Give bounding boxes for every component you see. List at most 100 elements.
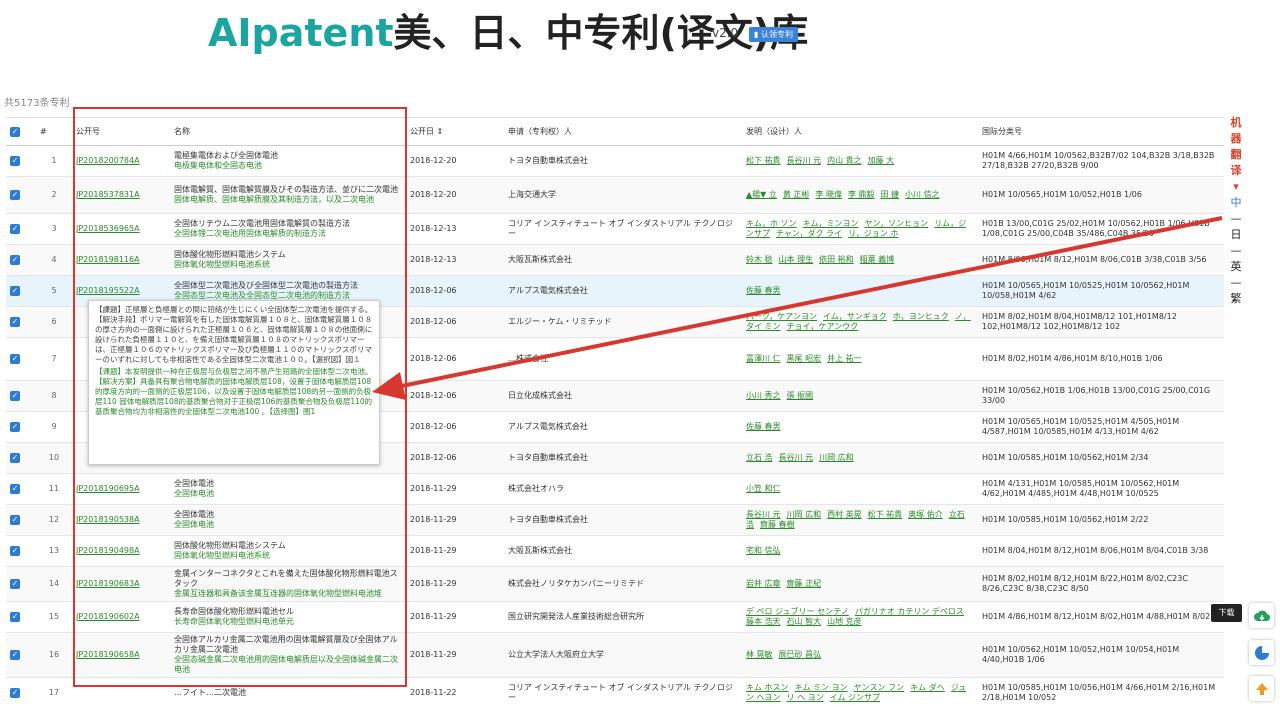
row-checkbox[interactable]: ✓ [10, 546, 20, 556]
inventor-link[interactable]: 小川 信之 [905, 190, 940, 199]
pub-number-link[interactable]: JP2018190602A [76, 612, 140, 621]
row-checkbox-cell[interactable]: ✓ [6, 633, 36, 678]
lang-option-zh[interactable]: 中 [1226, 195, 1246, 211]
inventor-link[interactable]: 張 振國 [787, 391, 814, 400]
row-checkbox[interactable]: ✓ [10, 354, 20, 364]
inventor-link[interactable]: 冨澤川 仁 [746, 354, 781, 363]
download-button[interactable] [1249, 603, 1274, 628]
inventor-link[interactable]: パーク，ケアンヨン [746, 312, 817, 321]
inventor-link[interactable]: ヤン，ソンヒョン [865, 219, 929, 228]
lang-option-ja[interactable]: 日 [1226, 227, 1246, 243]
inventor-link[interactable]: 佐藤 春男 [746, 422, 781, 431]
row-checkbox-cell[interactable]: ✓ [6, 338, 36, 381]
table-row[interactable]: ✓13JP2018190498A固体酸化物形燃料電池システム固体氧化物型燃料电池… [6, 536, 1224, 567]
inventor-link[interactable]: 稲葉 義博 [860, 255, 895, 264]
inventor-link[interactable]: キム，ホ ソン [746, 219, 797, 228]
inventor-link[interactable]: 内山 貴之 [827, 156, 862, 165]
pub-number-link[interactable]: JP2018536965A [76, 224, 140, 233]
pub-number-link[interactable]: JP2018190695A [76, 484, 140, 493]
table-row[interactable]: ✓12JP2018190538A全固体電池全固体电池2018-11-29トヨタ自… [6, 505, 1224, 536]
row-checkbox[interactable]: ✓ [10, 286, 20, 296]
row-checkbox[interactable]: ✓ [10, 650, 20, 660]
inventor-link[interactable]: キム ホスン [746, 683, 789, 692]
inventor-link[interactable]: ▲楊▼ 立 [746, 190, 777, 199]
table-row[interactable]: ✓4JP2018198116A固体酸化物形燃料電池システム固体氧化物型燃料电池系… [6, 245, 1224, 276]
inventor-link[interactable]: 李 晓偉 [815, 190, 842, 199]
inventor-link[interactable]: キム，ミンヨン [803, 219, 859, 228]
inventor-link[interactable]: 林 晃敏 [746, 650, 773, 659]
inventor-link[interactable]: 宅和 信弘 [746, 546, 781, 555]
row-checkbox[interactable]: ✓ [10, 484, 20, 494]
select-all-cell[interactable]: ✓ [6, 118, 36, 146]
lang-option-zh-tw[interactable]: 繁 [1226, 291, 1246, 307]
select-all-checkbox[interactable]: ✓ [10, 127, 20, 137]
row-checkbox-cell[interactable]: ✓ [6, 177, 36, 214]
claim-patent-button[interactable]: ▮ 认领专利 [749, 27, 798, 42]
inventor-link[interactable]: 辰巳砂 昌弘 [779, 650, 822, 659]
pub-number-link[interactable]: JP2018200784A [76, 156, 140, 165]
row-checkbox-cell[interactable]: ✓ [6, 146, 36, 177]
inventor-link[interactable]: 藤本 浩天 [746, 617, 781, 626]
pub-number-link[interactable]: JP2018195522A [76, 286, 140, 295]
inventor-link[interactable]: イム ジンサプ [830, 693, 880, 702]
row-checkbox[interactable]: ✓ [10, 612, 20, 622]
inventor-link[interactable]: 立石 浩 [746, 453, 773, 462]
row-checkbox[interactable]: ✓ [10, 317, 20, 327]
table-row[interactable]: ✓11JP2018190695A全固体電池全固体电池2018-11-29株式会社… [6, 474, 1224, 505]
table-row[interactable]: ✓15JP2018190602A長寿命固体酸化物形燃料電池セル长寿命固体氧化物型… [6, 602, 1224, 633]
inventor-link[interactable]: 山地 克彦 [827, 617, 862, 626]
inventor-link[interactable]: 田 捷 [881, 190, 900, 199]
row-checkbox[interactable]: ✓ [10, 190, 20, 200]
row-checkbox-cell[interactable]: ✓ [6, 505, 36, 536]
row-checkbox-cell[interactable]: ✓ [6, 307, 36, 338]
inventor-link[interactable]: キム ダヘ [910, 683, 945, 692]
statistics-button[interactable] [1249, 640, 1274, 665]
row-checkbox[interactable]: ✓ [10, 422, 20, 432]
row-checkbox[interactable]: ✓ [10, 224, 20, 234]
row-checkbox-cell[interactable]: ✓ [6, 214, 36, 245]
inventor-link[interactable]: 黒尾 昭宏 [787, 354, 822, 363]
row-checkbox-cell[interactable]: ✓ [6, 567, 36, 602]
row-checkbox-cell[interactable]: ✓ [6, 412, 36, 443]
row-checkbox[interactable]: ✓ [10, 255, 20, 265]
row-checkbox-cell[interactable]: ✓ [6, 276, 36, 307]
sort-icon[interactable]: ⇕ [437, 127, 444, 136]
row-checkbox-cell[interactable]: ✓ [6, 678, 36, 708]
row-checkbox-cell[interactable]: ✓ [6, 443, 36, 474]
table-row[interactable]: ✓14JP2018190683A金属インターコネクタとこれを備えた固体酸化物形燃… [6, 567, 1224, 602]
pub-number-link[interactable]: JP2018190498A [76, 546, 140, 555]
row-checkbox[interactable]: ✓ [10, 453, 20, 463]
row-checkbox-cell[interactable]: ✓ [6, 245, 36, 276]
row-checkbox[interactable]: ✓ [10, 515, 20, 525]
inventor-link[interactable]: 齋藤 春樹 [760, 520, 795, 529]
inventor-link[interactable]: 岩井 広章 [746, 579, 781, 588]
inventor-link[interactable]: 井上 祐一 [827, 354, 862, 363]
row-checkbox-cell[interactable]: ✓ [6, 474, 36, 505]
inventor-link[interactable]: 加藤 大 [868, 156, 895, 165]
col-pub-date[interactable]: 公开日 ⇕ [406, 118, 504, 146]
table-row[interactable]: ✓17…フイト…二次電池2018-11-22コリア インスティチュート オブ イ… [6, 678, 1224, 708]
inventor-link[interactable]: 川岡 広和 [787, 510, 822, 519]
inventor-link[interactable]: 小笠 和仁 [746, 484, 781, 493]
pub-number-link[interactable]: JP2018190683A [76, 579, 140, 588]
table-row[interactable]: ✓2JP2018537831A固体電解質、固体電解質膜及びその製造方法、並びに二… [6, 177, 1224, 214]
row-checkbox-cell[interactable]: ✓ [6, 602, 36, 633]
inventor-link[interactable]: リ，ジョン ホ [848, 229, 898, 238]
inventor-link[interactable]: 松下 祐貴 [746, 156, 781, 165]
inventor-link[interactable]: 依田 裕和 [819, 255, 854, 264]
row-checkbox-cell[interactable]: ✓ [6, 381, 36, 412]
pub-number-link[interactable]: JP2018190658A [76, 650, 140, 659]
inventor-link[interactable]: 長谷川 元 [746, 510, 781, 519]
inventor-link[interactable]: デ ペロ ジュブリー センテノ [746, 607, 849, 616]
inventor-link[interactable]: チョイ，ケアンウク [787, 322, 859, 331]
pub-number-link[interactable]: JP2018537831A [76, 190, 140, 199]
row-checkbox[interactable]: ✓ [10, 156, 20, 166]
row-checkbox[interactable]: ✓ [10, 579, 20, 589]
inventor-link[interactable]: 山本 理生 [779, 255, 814, 264]
pub-number-link[interactable]: JP2018198116A [76, 255, 140, 264]
row-checkbox[interactable]: ✓ [10, 688, 20, 698]
table-row[interactable]: ✓1JP2018200784A電極集電体および全固体電池电极集电体和全固态电池2… [6, 146, 1224, 177]
inventor-link[interactable]: 黄 正彬 [783, 190, 810, 199]
inventor-link[interactable]: 長谷川 元 [779, 453, 814, 462]
inventor-link[interactable]: 西村 英晃 [827, 510, 862, 519]
